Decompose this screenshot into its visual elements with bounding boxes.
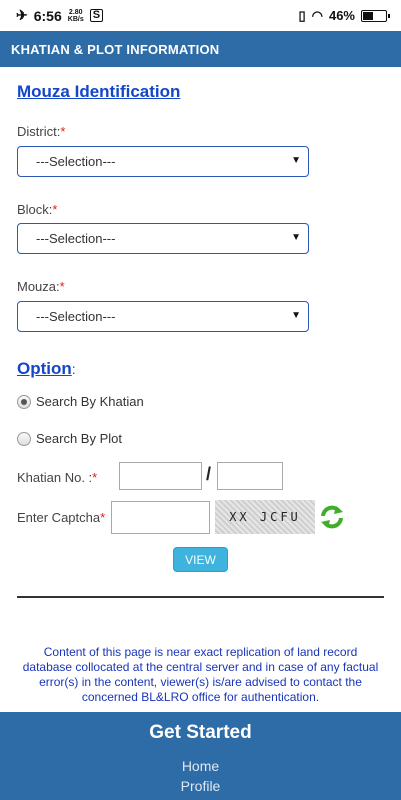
footer-title: Get Started — [149, 722, 252, 743]
page-header: KHATIAN & PLOT INFORMATION — [0, 31, 401, 67]
footer-link-home[interactable]: Home — [0, 756, 401, 776]
captcha-image: XX JCFU — [215, 500, 315, 534]
battery-fill — [363, 11, 373, 20]
captcha-input[interactable] — [111, 501, 210, 534]
vibrate-icon: ▯ — [298, 7, 306, 23]
status-left: ✈ 6:56 2.80 KB/s S — [16, 7, 104, 24]
screenshot-icon: S — [89, 9, 104, 22]
district-label: District:* — [17, 124, 66, 139]
view-button[interactable]: VIEW — [173, 547, 228, 572]
footer-link-profile[interactable]: Profile — [0, 776, 401, 796]
airplane-icon: ✈ — [16, 7, 28, 23]
status-bar: ✈ 6:56 2.80 KB/s S ▯ ◠ 46% — [0, 0, 401, 31]
chevron-down-icon: ▼ — [291, 232, 301, 243]
block-label: Block:* — [17, 202, 58, 217]
mouza-section-title: Mouza Identification — [17, 82, 181, 101]
radio-search-by-plot[interactable]: Search By Plot — [17, 431, 122, 446]
district-select[interactable]: ---Selection--- ▼ — [17, 146, 309, 177]
option-section-title: Option — [17, 359, 72, 378]
page-title: KHATIAN & PLOT INFORMATION — [11, 41, 220, 57]
clock: 6:56 — [33, 7, 62, 24]
mouza-label: Mouza:* — [17, 279, 65, 294]
district-select-value: ---Selection--- — [36, 154, 116, 169]
refresh-icon[interactable] — [319, 504, 345, 530]
block-select-value: ---Selection--- — [36, 231, 116, 246]
radio-search-by-khatian[interactable]: Search By Khatian — [17, 394, 144, 409]
chevron-down-icon: ▼ — [291, 155, 301, 166]
khatian-suffix-input[interactable] — [217, 462, 283, 490]
mouza-select[interactable]: ---Selection--- ▼ — [17, 301, 309, 332]
battery-percent: 46% — [328, 8, 355, 23]
status-right: ▯ ◠ 46% — [298, 7, 390, 24]
mouza-select-value: ---Selection--- — [36, 309, 116, 324]
block-select[interactable]: ---Selection--- ▼ — [17, 223, 309, 254]
option-heading: Option: — [17, 359, 76, 378]
divider — [17, 596, 384, 598]
radio-button[interactable] — [17, 431, 31, 446]
net-speed: 2.80 KB/s — [67, 8, 84, 23]
battery-icon — [361, 9, 390, 22]
khatian-label: Khatian No. :* — [17, 470, 98, 485]
captcha-label: Enter Captcha* — [17, 510, 106, 525]
khatian-number-input[interactable] — [119, 462, 202, 490]
radio-plot-label: Search By Plot — [36, 431, 122, 446]
chevron-down-icon: ▼ — [291, 310, 301, 321]
khatian-separator: / — [206, 464, 212, 484]
radio-khatian-label: Search By Khatian — [36, 394, 144, 409]
footer: Get Started Home Profile — [0, 712, 401, 800]
disclaimer-notice: Content of this page is near exact repli… — [22, 645, 379, 704]
wifi-icon: ◠ — [311, 7, 323, 23]
radio-button-checked[interactable] — [17, 394, 31, 409]
